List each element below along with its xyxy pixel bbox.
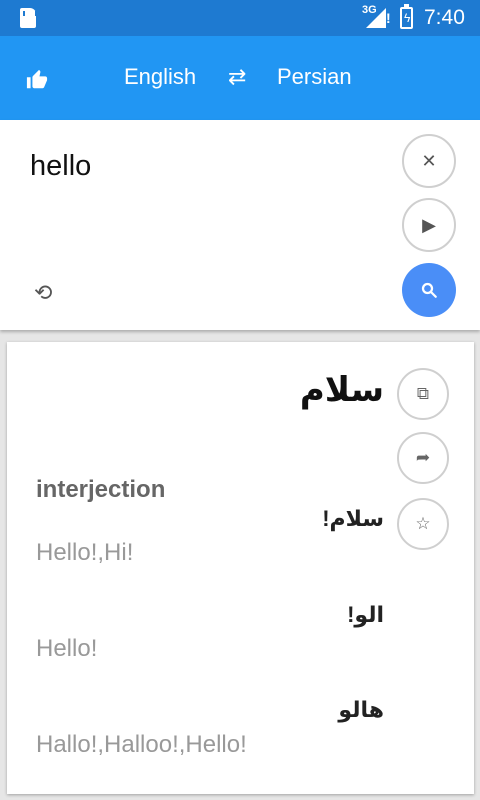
clear-button[interactable]: ✕	[402, 134, 456, 188]
clock: 7:40	[424, 6, 465, 29]
source-language-button[interactable]: English	[124, 64, 196, 90]
favorite-button[interactable]: ☆	[397, 498, 449, 550]
translate-button[interactable]	[402, 263, 456, 317]
entry-meaning: Hello!,Hi!	[36, 539, 134, 566]
share-button[interactable]: ➦	[397, 432, 449, 484]
status-bar: 3G ! ϟ 7:40	[0, 0, 480, 36]
history-icon[interactable]: ⟲	[34, 280, 52, 306]
copy-button[interactable]: ⧉	[397, 368, 449, 420]
main-translation: سلام	[299, 371, 384, 409]
play-icon: ▶	[422, 214, 436, 235]
search-icon	[421, 282, 437, 298]
part-of-speech-label: interjection	[36, 476, 166, 503]
close-icon: ✕	[421, 150, 437, 171]
entry-meaning: Hallo!,Halloo!,Hello!	[36, 731, 247, 758]
signal-icon	[366, 8, 386, 28]
copy-icon: ⧉	[416, 384, 430, 403]
translation-card: سلام ⧉ ➦ ☆ interjection سلام! Hello!,Hi!…	[7, 342, 474, 794]
swap-languages-icon[interactable]: ⇄	[228, 64, 246, 90]
share-icon: ➦	[415, 448, 431, 467]
entry-meaning: Hello!	[36, 635, 98, 662]
bolt-icon: ϟ	[404, 11, 411, 25]
entry-word: هالو	[338, 697, 384, 722]
star-icon: ☆	[415, 514, 431, 533]
source-text-input[interactable]: hello	[30, 150, 91, 183]
play-button[interactable]: ▶	[402, 198, 456, 252]
entry-word: سلام!	[322, 506, 384, 531]
thumbs-up-icon[interactable]	[26, 69, 48, 91]
entry-word: الو!	[347, 602, 384, 627]
battery-charging-icon: ϟ	[400, 4, 413, 29]
sd-card-icon	[20, 8, 37, 28]
signal-alert-icon: !	[386, 10, 391, 26]
input-panel: hello ✕ ▶ ⟲	[0, 120, 480, 330]
target-language-button[interactable]: Persian	[277, 64, 352, 90]
app-toolbar: English ⇄ Persian	[0, 36, 480, 120]
